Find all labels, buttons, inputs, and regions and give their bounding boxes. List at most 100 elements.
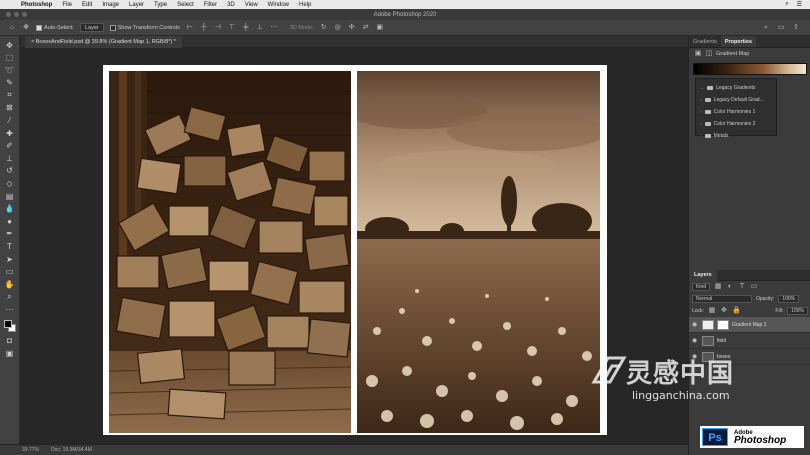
fill-field[interactable]: 100% xyxy=(787,307,808,315)
auto-select-checkbox[interactable]: Auto-Select: xyxy=(36,24,74,31)
history-brush-tool-icon[interactable]: ↺ xyxy=(4,166,16,176)
color-swatches[interactable] xyxy=(3,319,17,333)
close-icon[interactable]: × xyxy=(31,39,34,45)
minimize-window-button[interactable] xyxy=(14,12,19,17)
blur-tool-icon[interactable]: 💧 xyxy=(4,204,16,214)
align-top-icon[interactable]: ⊤ xyxy=(228,24,236,32)
layer-name[interactable]: field xyxy=(717,338,726,344)
align-bottom-icon[interactable]: ⊥ xyxy=(256,24,264,32)
checkbox-box[interactable] xyxy=(109,24,116,31)
lock-pixels-icon[interactable]: ▦ xyxy=(708,307,716,315)
frame-tool-icon[interactable]: ⊠ xyxy=(4,103,16,113)
eye-icon[interactable]: ◉ xyxy=(692,337,699,344)
home-icon[interactable]: ⌂ xyxy=(8,24,16,32)
menu-3d[interactable]: 3D xyxy=(222,2,240,8)
chevron-right-icon[interactable]: › xyxy=(700,109,702,115)
search-icon[interactable]: ⌕ xyxy=(785,1,788,8)
dodge-tool-icon[interactable]: ● xyxy=(4,216,16,226)
preset-folder[interactable]: ⌄ Legacy Gradients xyxy=(696,82,776,94)
zoom-level[interactable]: 39.77% xyxy=(22,447,39,453)
mask-icon[interactable]: ◫ xyxy=(705,50,713,58)
preset-folder[interactable]: › Legacy Default Grad... xyxy=(696,94,776,106)
menu-window[interactable]: Window xyxy=(263,2,294,8)
checkbox-box[interactable] xyxy=(36,24,42,31)
quick-mask-icon[interactable]: ◘ xyxy=(4,336,16,346)
close-window-button[interactable] xyxy=(6,12,11,17)
preset-folder[interactable]: › Metals xyxy=(696,130,776,142)
edit-toolbar-icon[interactable]: ⋯ xyxy=(4,304,16,314)
filter-kind-dropdown[interactable]: Kind xyxy=(692,283,711,291)
preset-folder[interactable]: › Color Harmonies 1 xyxy=(696,106,776,118)
eraser-tool-icon[interactable]: ◇ xyxy=(4,179,16,189)
menu-type[interactable]: Type xyxy=(149,2,172,8)
show-transform-checkbox[interactable]: Show Transform Controls xyxy=(109,24,180,31)
pen-tool-icon[interactable]: ✒ xyxy=(4,229,16,239)
lasso-tool-icon[interactable]: ➰ xyxy=(4,65,16,75)
lock-all-icon[interactable]: 🔒 xyxy=(732,307,741,315)
list-icon[interactable]: ☰ xyxy=(797,1,802,8)
brush-tool-icon[interactable]: ✐ xyxy=(4,141,16,151)
workspace-icon[interactable]: ▭ xyxy=(777,24,785,32)
tab-layers[interactable]: Layers xyxy=(689,270,717,281)
more-options-icon[interactable]: ⋯ xyxy=(270,24,278,32)
gradient-tool-icon[interactable]: ▤ xyxy=(4,191,16,201)
3d-roll-icon[interactable]: ◎ xyxy=(334,24,342,32)
layer-row[interactable]: ◉ Gradient Map 1 xyxy=(689,317,810,333)
gradient-presets-list[interactable]: ⌄ Legacy Gradients › Legacy Default Grad… xyxy=(695,78,777,139)
opacity-field[interactable]: 100% xyxy=(778,295,800,303)
doc-size[interactable]: Doc: 19.3M/34.4M xyxy=(51,447,92,453)
tab-gradients[interactable]: Gradients xyxy=(689,36,721,47)
foreground-color-swatch[interactable] xyxy=(3,320,12,329)
filter-adjust-icon[interactable]: ◐ xyxy=(726,283,734,291)
align-right-icon[interactable]: ⊣ xyxy=(214,24,222,32)
marquee-tool-icon[interactable]: ⬚ xyxy=(4,53,16,63)
rectangle-tool-icon[interactable]: ▭ xyxy=(4,267,16,277)
blend-mode-dropdown[interactable]: Normal xyxy=(692,295,752,303)
filter-type-icon[interactable]: T xyxy=(738,283,746,291)
menu-filter[interactable]: Filter xyxy=(199,2,222,8)
preset-folder[interactable]: › Color Harmonies 2 xyxy=(696,118,776,130)
align-middle-icon[interactable]: ╪ xyxy=(242,24,250,32)
auto-select-dropdown[interactable]: Layer xyxy=(79,23,104,32)
menu-image[interactable]: Image xyxy=(97,2,124,8)
canvas-area[interactable] xyxy=(21,49,688,444)
document-tab[interactable]: × BoxesAndField.psd @ 39.8% (Gradient Ma… xyxy=(25,36,182,48)
clone-stamp-tool-icon[interactable]: ⊥ xyxy=(4,153,16,163)
3d-slide-icon[interactable]: ⇄ xyxy=(362,24,370,32)
healing-brush-tool-icon[interactable]: ✚ xyxy=(4,128,16,138)
menu-app[interactable]: Photoshop xyxy=(16,2,57,8)
layer-row[interactable]: ◉ field xyxy=(689,333,810,349)
filter-pixel-icon[interactable]: ▦ xyxy=(714,283,722,291)
crop-tool-icon[interactable]: ⌗ xyxy=(4,90,16,100)
chevron-right-icon[interactable]: › xyxy=(700,97,702,103)
zoom-window-button[interactable] xyxy=(22,12,27,17)
menu-select[interactable]: Select xyxy=(172,2,199,8)
lock-position-icon[interactable]: ✥ xyxy=(720,307,728,315)
search-icon[interactable]: ⌕ xyxy=(762,24,770,32)
chevron-right-icon[interactable]: › xyxy=(700,133,702,139)
eye-icon[interactable]: ◉ xyxy=(692,321,699,328)
layer-name[interactable]: Gradient Map 1 xyxy=(732,322,766,328)
3d-rotate-icon[interactable]: ↻ xyxy=(320,24,328,32)
3d-scale-icon[interactable]: ▣ xyxy=(376,24,384,32)
zoom-tool-icon[interactable]: ⌕ xyxy=(4,292,16,302)
type-tool-icon[interactable]: T xyxy=(4,242,16,252)
3d-drag-icon[interactable]: ✣ xyxy=(348,24,356,32)
move-tool-icon[interactable]: ✥ xyxy=(4,40,16,50)
screen-mode-icon[interactable]: ▣ xyxy=(4,348,16,358)
tab-properties[interactable]: Properties xyxy=(720,36,757,47)
share-icon[interactable]: ⇪ xyxy=(792,24,800,32)
document-canvas[interactable] xyxy=(103,65,607,435)
menu-edit[interactable]: Edit xyxy=(77,2,97,8)
move-tool-icon[interactable]: ✥ xyxy=(22,24,30,32)
align-left-icon[interactable]: ⊢ xyxy=(186,24,194,32)
quick-select-tool-icon[interactable]: ✎ xyxy=(4,78,16,88)
chevron-right-icon[interactable]: › xyxy=(700,121,702,127)
menu-view[interactable]: View xyxy=(240,2,263,8)
align-center-icon[interactable]: ┼ xyxy=(200,24,208,32)
menu-layer[interactable]: Layer xyxy=(124,2,149,8)
path-select-tool-icon[interactable]: ➤ xyxy=(4,254,16,264)
menu-help[interactable]: Help xyxy=(294,2,316,8)
menu-file[interactable]: File xyxy=(57,2,77,8)
hand-tool-icon[interactable]: ✋ xyxy=(4,279,16,289)
